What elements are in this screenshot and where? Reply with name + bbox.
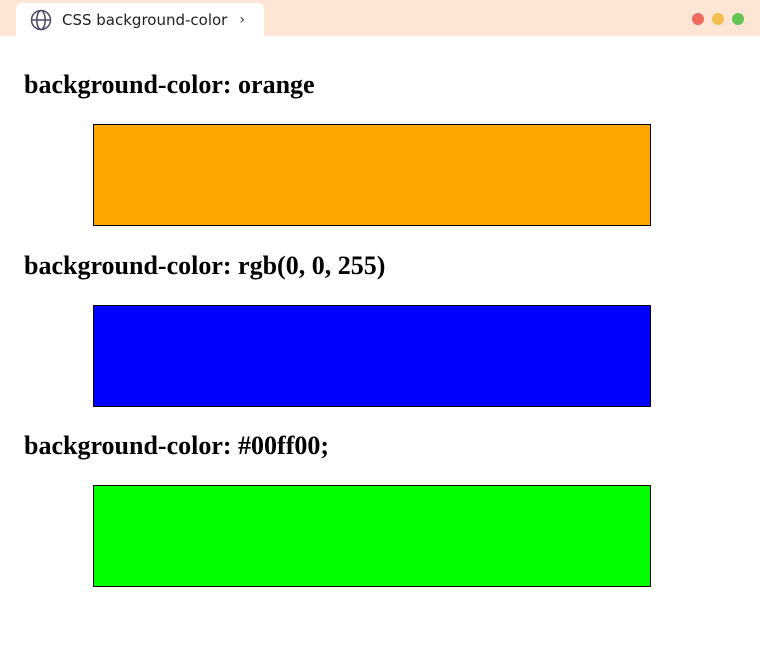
browser-chrome: CSS background-color › xyxy=(0,0,760,36)
window-controls xyxy=(692,13,744,25)
browser-tab[interactable]: CSS background-color › xyxy=(16,3,264,36)
globe-icon xyxy=(30,9,52,31)
minimize-window-dot[interactable] xyxy=(712,13,724,25)
section-heading-orange: background-color: orange xyxy=(24,70,315,99)
section-heading-blue: background-color: rgb(0, 0, 255) xyxy=(24,251,386,280)
tab-title: CSS background-color xyxy=(62,10,228,29)
close-window-dot[interactable] xyxy=(692,13,704,25)
maximize-window-dot[interactable] xyxy=(732,13,744,25)
color-box-green xyxy=(93,485,651,587)
color-box-orange xyxy=(93,124,651,226)
page-content: background-color: orange background-colo… xyxy=(0,36,760,668)
chevron-right-icon[interactable]: › xyxy=(239,12,245,28)
section-heading-green: background-color: #00ff00; xyxy=(24,431,330,460)
color-box-blue xyxy=(93,305,651,407)
